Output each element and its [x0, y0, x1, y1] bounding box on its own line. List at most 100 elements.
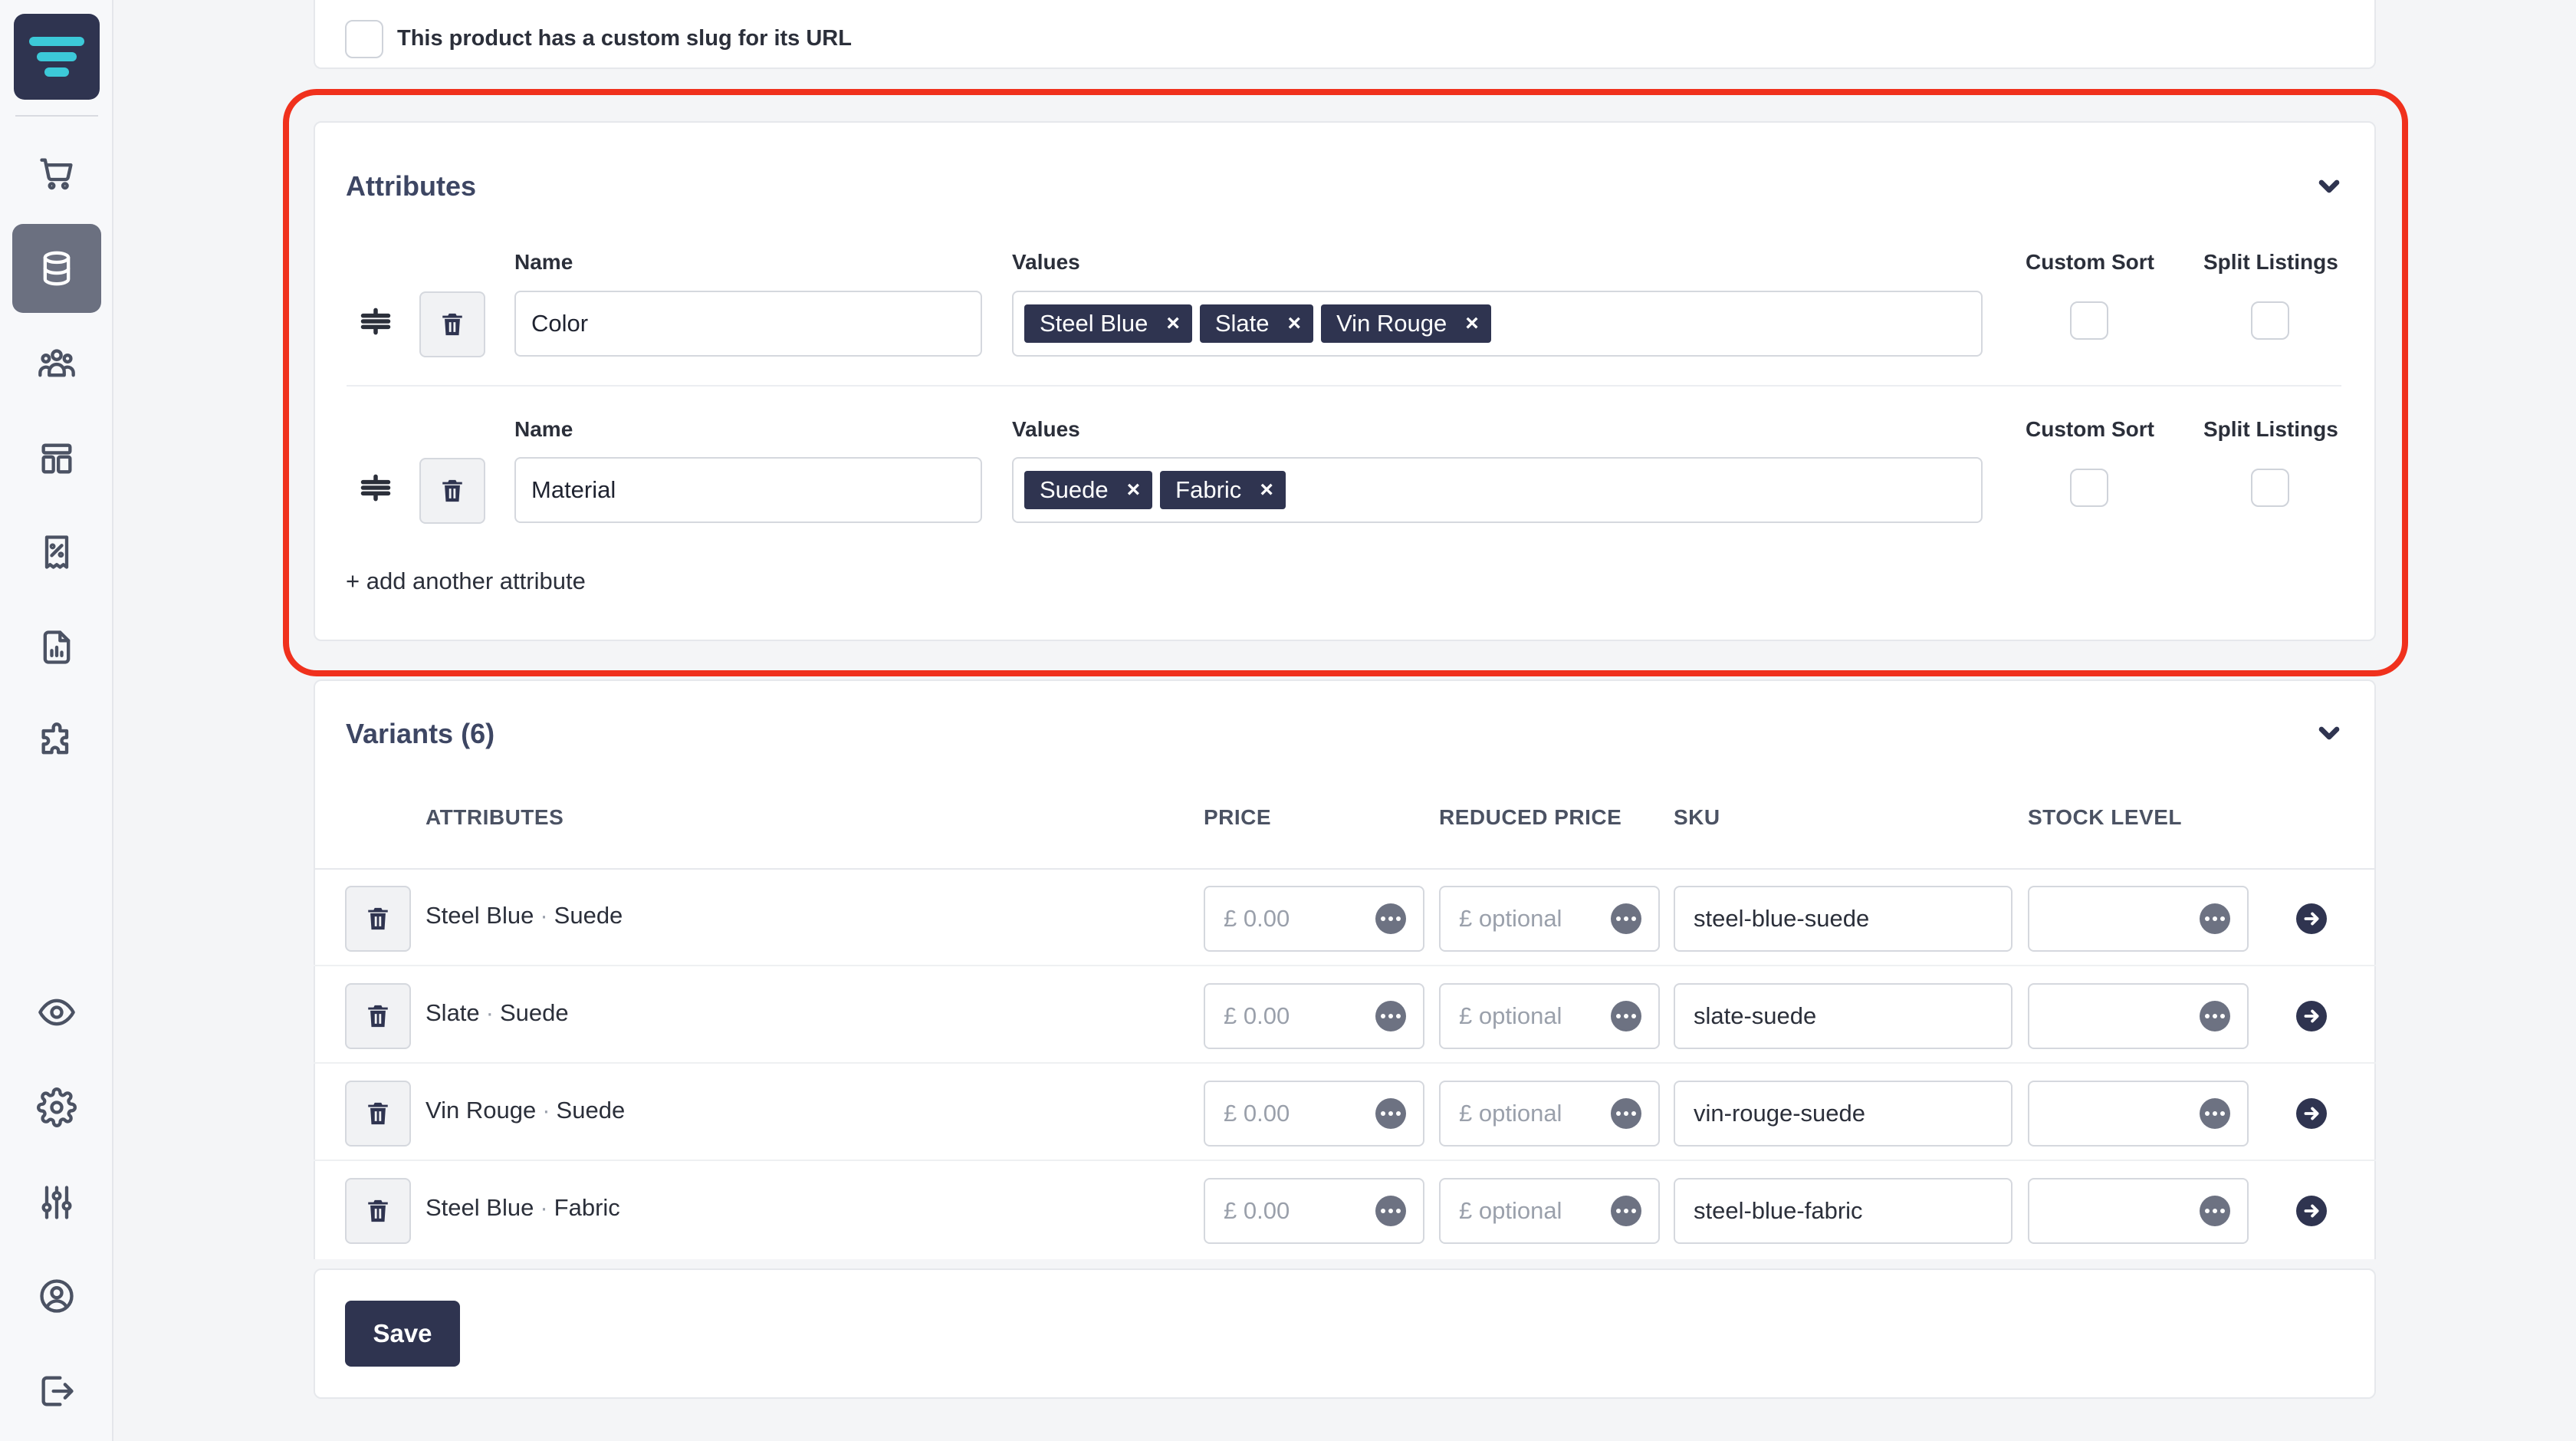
reduced-price-placeholder: £ optional: [1459, 1197, 1562, 1224]
trash-icon: [368, 1102, 388, 1125]
sidebar-item-layout[interactable]: [12, 414, 101, 503]
sidebar-item-orders[interactable]: [12, 129, 101, 218]
split-listings-checkbox[interactable]: [2251, 469, 2289, 507]
more-options-icon[interactable]: [1611, 1001, 1641, 1031]
eye-icon: [38, 999, 75, 1026]
more-options-icon[interactable]: [2200, 903, 2230, 934]
value-tag-label: Steel Blue: [1040, 310, 1148, 337]
sku-input[interactable]: vin-rouge-suede: [1674, 1081, 2013, 1147]
table-row: Slate · Suede £ 0.00 £ optional slate-sued…: [314, 967, 2376, 1064]
sidebar-item-customers[interactable]: [12, 319, 101, 408]
open-variant-arrow-icon[interactable]: [2296, 1001, 2327, 1031]
remove-tag-icon[interactable]: ×: [1166, 311, 1180, 337]
column-header-attributes: ATTRIBUTES: [426, 805, 564, 829]
price-placeholder: £ 0.00: [1224, 1197, 1290, 1224]
delete-attribute-button[interactable]: [419, 291, 485, 357]
variant-attributes: Steel Blue · Suede: [426, 902, 623, 929]
attribute-values-input[interactable]: Steel Blue × Slate × Vin Rouge ×: [1012, 291, 1983, 357]
variant-material: Fabric: [554, 1194, 620, 1221]
remove-tag-icon[interactable]: ×: [1465, 311, 1479, 337]
custom-sort-checkbox[interactable]: [2070, 469, 2108, 507]
value-tag: Vin Rouge ×: [1321, 304, 1491, 343]
delete-variant-button[interactable]: [345, 1178, 411, 1244]
more-options-icon[interactable]: [1611, 903, 1641, 934]
delete-variant-button[interactable]: [345, 886, 411, 952]
sidebar-item-settings[interactable]: [12, 1063, 101, 1152]
column-header-price: PRICE: [1204, 805, 1272, 829]
split-listings-checkbox[interactable]: [2251, 301, 2289, 340]
variant-color: Steel Blue: [426, 902, 534, 929]
app-logo[interactable]: [14, 14, 100, 100]
more-options-icon[interactable]: [1611, 1196, 1641, 1226]
gear-icon: [37, 1087, 77, 1127]
variants-title: Variants (6): [346, 718, 495, 749]
attribute-name-input[interactable]: Material: [514, 457, 982, 523]
sidebar-item-extensions[interactable]: [12, 696, 101, 785]
more-options-icon[interactable]: [1375, 1098, 1406, 1129]
attribute-values-input[interactable]: Suede × Fabric ×: [1012, 457, 1983, 523]
sku-input[interactable]: steel-blue-suede: [1674, 886, 2013, 952]
sidebar-item-filters[interactable]: [12, 1158, 101, 1247]
chevron-down-icon: [2318, 179, 2340, 193]
delete-attribute-button[interactable]: [419, 458, 485, 524]
attribute-name-input[interactable]: Color: [514, 291, 982, 357]
sidebar-item-catalog[interactable]: [12, 224, 101, 313]
drag-handle-icon[interactable]: [359, 304, 393, 338]
sidebar-item-reports[interactable]: [12, 603, 101, 692]
chevron-down-icon: [2318, 726, 2340, 740]
more-options-icon[interactable]: [2200, 1196, 2230, 1226]
sku-input[interactable]: slate-suede: [1674, 983, 2013, 1049]
save-card: [314, 1268, 2376, 1399]
more-options-icon[interactable]: [1375, 1196, 1406, 1226]
value-tag-label: Slate: [1214, 310, 1270, 337]
reduced-price-placeholder: £ optional: [1459, 905, 1562, 932]
custom-slug-label: This product has a custom slug for its U…: [397, 26, 852, 51]
custom-sort-label: Custom Sort: [2026, 250, 2154, 274]
remove-tag-icon[interactable]: ×: [1260, 477, 1273, 503]
value-tag: Fabric ×: [1160, 471, 1286, 509]
puzzle-icon: [41, 722, 69, 755]
delete-variant-button[interactable]: [345, 983, 411, 1049]
delete-variant-button[interactable]: [345, 1081, 411, 1147]
sidebar-item-logout[interactable]: [12, 1347, 101, 1436]
remove-tag-icon[interactable]: ×: [1127, 477, 1141, 503]
remove-tag-icon[interactable]: ×: [1288, 311, 1302, 337]
sku-input[interactable]: steel-blue-fabric: [1674, 1178, 2013, 1244]
variants-collapse-toggle[interactable]: [2314, 718, 2344, 748]
table-row: Steel Blue · Fabric £ 0.00 £ optional stee…: [314, 1162, 2376, 1258]
trash-icon: [368, 907, 388, 930]
sku-value: slate-suede: [1694, 1002, 1817, 1029]
row-divider: [314, 965, 2376, 966]
attribute-row-divider: [347, 385, 2341, 387]
more-options-icon[interactable]: [1611, 1098, 1641, 1129]
add-attribute-link[interactable]: + add another attribute: [346, 568, 586, 595]
custom-sort-checkbox[interactable]: [2070, 301, 2108, 340]
sidebar-item-discounts[interactable]: [12, 508, 101, 597]
split-listings-label: Split Listings: [2203, 417, 2338, 441]
sku-value: vin-rouge-suede: [1694, 1100, 1866, 1127]
open-variant-arrow-icon[interactable]: [2296, 1098, 2327, 1129]
reduced-price-placeholder: £ optional: [1459, 1100, 1562, 1127]
more-options-icon[interactable]: [2200, 1001, 2230, 1031]
more-options-icon[interactable]: [1375, 903, 1406, 934]
sidebar-item-preview[interactable]: [12, 968, 101, 1057]
price-placeholder: £ 0.00: [1224, 1002, 1290, 1029]
custom-slug-checkbox[interactable]: [345, 20, 383, 58]
value-tag: Steel Blue ×: [1024, 304, 1192, 343]
variant-attributes: Steel Blue · Fabric: [426, 1194, 620, 1222]
row-divider: [314, 1062, 2376, 1064]
sidebar-item-account[interactable]: [12, 1252, 101, 1341]
save-button[interactable]: Save: [345, 1301, 460, 1367]
open-variant-arrow-icon[interactable]: [2296, 903, 2327, 934]
variant-color: Slate: [426, 999, 480, 1026]
drag-handle-icon[interactable]: [359, 471, 393, 505]
attributes-collapse-toggle[interactable]: [2314, 171, 2344, 202]
more-options-icon[interactable]: [2200, 1098, 2230, 1129]
user-circle-icon: [40, 1279, 74, 1313]
column-header-stock-level: STOCK LEVEL: [2028, 805, 2183, 829]
attribute-values-label: Values: [1012, 250, 1080, 274]
more-options-icon[interactable]: [1375, 1001, 1406, 1031]
open-variant-arrow-icon[interactable]: [2296, 1196, 2327, 1226]
value-tag: Slate ×: [1199, 304, 1314, 343]
custom-sort-label: Custom Sort: [2026, 417, 2154, 441]
